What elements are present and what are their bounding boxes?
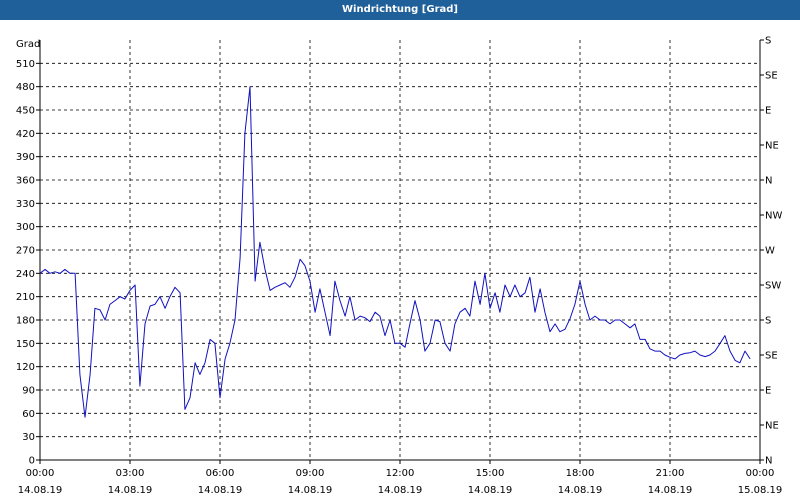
- x-tick-time-label: 06:00: [206, 468, 235, 479]
- x-tick-time-label: 00:00: [26, 468, 55, 479]
- y-tick-label: 150: [16, 339, 35, 350]
- y-tick-label: 180: [16, 316, 35, 327]
- y2-tick-label: E: [765, 106, 771, 117]
- x-tick-time-label: 09:00: [296, 468, 325, 479]
- y-tick-label: 510: [16, 59, 35, 70]
- y-tick-label: 210: [16, 292, 35, 303]
- y2-tick-label: SE: [765, 351, 778, 362]
- chart-gridlines: [40, 40, 760, 460]
- x-axis-ticks: 00:00 14.08.19 03:00 14.08.19 06:00 14.08.19 0…: [18, 460, 783, 496]
- series-line: [39, 86, 751, 418]
- y-tick-label: 300: [16, 222, 35, 233]
- y2-tick-label: SW: [765, 281, 781, 292]
- x-tick-time-label: 18:00: [566, 468, 595, 479]
- y-tick-label: 420: [16, 129, 35, 140]
- y-tick-label: 60: [22, 409, 35, 420]
- wind-direction-chart: Grad 0 30 60 90 120 150 180 210 240 270 300 330 360 3…: [16, 36, 783, 497]
- y2-tick-label: N: [765, 456, 772, 467]
- y2-tick-label: NE: [765, 421, 779, 432]
- x-tick-date-label: 14.08.19: [468, 485, 513, 496]
- x-tick-date-label: 14.08.19: [558, 485, 603, 496]
- x-tick-date-label: 14.08.19: [288, 485, 333, 496]
- y2-axis-ticks: N NE E SE S SW W NW N NE E SE S: [760, 36, 782, 467]
- y-tick-label: 120: [16, 362, 35, 373]
- y-tick-label: 390: [16, 152, 35, 163]
- y2-tick-label: E: [765, 386, 771, 397]
- x-tick-date-label: 14.08.19: [198, 485, 243, 496]
- y-tick-label: 90: [22, 386, 35, 397]
- y2-tick-label: NW: [765, 211, 782, 222]
- y2-tick-label: S: [765, 316, 771, 327]
- x-tick-date-label: 14.08.19: [378, 485, 423, 496]
- y2-tick-label: NE: [765, 141, 779, 152]
- y2-tick-label: S: [765, 36, 771, 47]
- y2-tick-label: W: [765, 246, 775, 257]
- y-axis-label: Grad: [16, 39, 40, 50]
- x-tick-time-label: 00:00: [746, 468, 775, 479]
- x-tick-time-label: 21:00: [656, 468, 685, 479]
- y-tick-label: 360: [16, 176, 35, 187]
- y2-tick-label: SE: [765, 71, 778, 82]
- y-tick-label: 270: [16, 246, 35, 257]
- y-tick-label: 30: [22, 432, 35, 443]
- y2-tick-label: N: [765, 176, 772, 187]
- x-tick-date-label: 15.08.19: [738, 485, 783, 496]
- y-tick-label: 450: [16, 106, 35, 117]
- x-tick-time-label: 12:00: [386, 468, 415, 479]
- x-tick-time-label: 03:00: [116, 468, 145, 479]
- y-tick-label: 0: [29, 456, 35, 467]
- y-tick-label: 240: [16, 269, 35, 280]
- y-tick-label: 480: [16, 82, 35, 93]
- x-tick-date-label: 14.08.19: [648, 485, 693, 496]
- x-tick-date-label: 14.08.19: [108, 485, 153, 496]
- chart-series: [39, 86, 751, 418]
- x-tick-date-label: 14.08.19: [18, 485, 63, 496]
- x-tick-time-label: 15:00: [476, 468, 505, 479]
- y-axis-ticks: 0 30 60 90 120 150 180 210 240 270 300 330 360 390 420…: [16, 59, 40, 467]
- y-tick-label: 330: [16, 199, 35, 210]
